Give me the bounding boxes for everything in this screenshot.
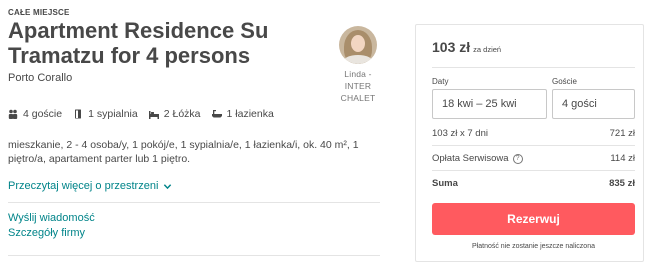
payment-note: Płatność nie zostanie jeszcze naliczona (472, 243, 595, 250)
dates-field[interactable]: 18 kwi – 25 kwi (432, 89, 547, 119)
card-divider (432, 145, 635, 146)
amenity-label: 2 Łóżka (163, 108, 201, 120)
bed-icon (148, 111, 159, 119)
host-avatar[interactable] (339, 26, 377, 64)
price-amount: 103 zł (432, 39, 471, 55)
send-message-link[interactable]: Wyślij wiadomość (8, 212, 95, 224)
bathroom-icon (211, 110, 222, 118)
total-value: 835 zł (609, 178, 635, 189)
price-per-day: 103 zł za dzień (432, 39, 501, 55)
section-divider (8, 202, 380, 203)
reserve-button[interactable]: Rezerwuj (432, 203, 635, 235)
service-fee-value: 114 zł (610, 153, 635, 164)
amenity-label: 4 goście (23, 108, 63, 120)
listing-details: CAŁE MIEJSCE Apartment Residence Su Tram… (8, 0, 380, 268)
listing-title: Apartment Residence Su Tramatzu for 4 pe… (8, 18, 269, 68)
question-mark-icon[interactable]: ? (512, 153, 523, 164)
guests-label: Goście (552, 77, 577, 86)
amenity-beds: 2 Łóżka (148, 108, 201, 120)
service-fee-label: Opłata Serwisowa (432, 153, 509, 164)
read-more-label[interactable]: Przeczytaj więcej o przestrzeni (8, 180, 158, 192)
dates-label: Daty (432, 77, 449, 86)
amenity-label: 1 łazienka (226, 108, 274, 120)
service-fee-row: Opłata Serwisowa ? 114 zł (432, 153, 635, 164)
bedroom-icon (75, 109, 82, 119)
read-more-link[interactable]: Przeczytaj więcej o przestrzeni (8, 180, 172, 192)
nights-cost-label: 103 zł x 7 dni (432, 128, 488, 139)
listing-type-label: CAŁE MIEJSCE (8, 8, 70, 17)
guests-field[interactable]: 4 gości (552, 89, 635, 119)
section-divider (8, 255, 380, 256)
host-name: Linda - INTER CHALET (340, 69, 376, 103)
guests-value[interactable]: 4 gości (562, 98, 597, 110)
amenity-guests: 4 goście (8, 108, 62, 120)
company-details-link[interactable]: Szczegóły firmy (8, 227, 85, 239)
guests-icon (8, 109, 18, 119)
chevron-down-icon[interactable] (163, 182, 172, 191)
amenity-bathrooms: 1 łazienka (211, 108, 274, 120)
dates-value[interactable]: 18 kwi – 25 kwi (442, 98, 517, 110)
total-label: Suma (432, 178, 458, 189)
nights-cost-value: 721 zł (609, 128, 635, 139)
listing-location: Porto Corallo (8, 72, 73, 84)
listing-description: mieszkanie, 2 - 4 osoba/y, 1 pokój/e, 1 … (8, 139, 359, 165)
booking-card: 103 zł za dzień Daty 18 kwi – 25 kwi Goś… (415, 24, 644, 262)
price-unit: za dzień (473, 45, 502, 54)
card-divider (432, 170, 635, 171)
nights-cost-row: 103 zł x 7 dni 721 zł (432, 128, 635, 139)
card-divider (432, 67, 635, 68)
amenities-list: 4 goście 1 sypialnia 2 Łóżka 1 łazienka (8, 108, 285, 120)
amenity-bedrooms: 1 sypialnia (73, 108, 138, 120)
amenity-label: 1 sypialnia (88, 108, 138, 120)
host-profile[interactable]: Linda - INTER CHALET (330, 26, 386, 104)
total-row: Suma 835 zł (432, 178, 635, 189)
